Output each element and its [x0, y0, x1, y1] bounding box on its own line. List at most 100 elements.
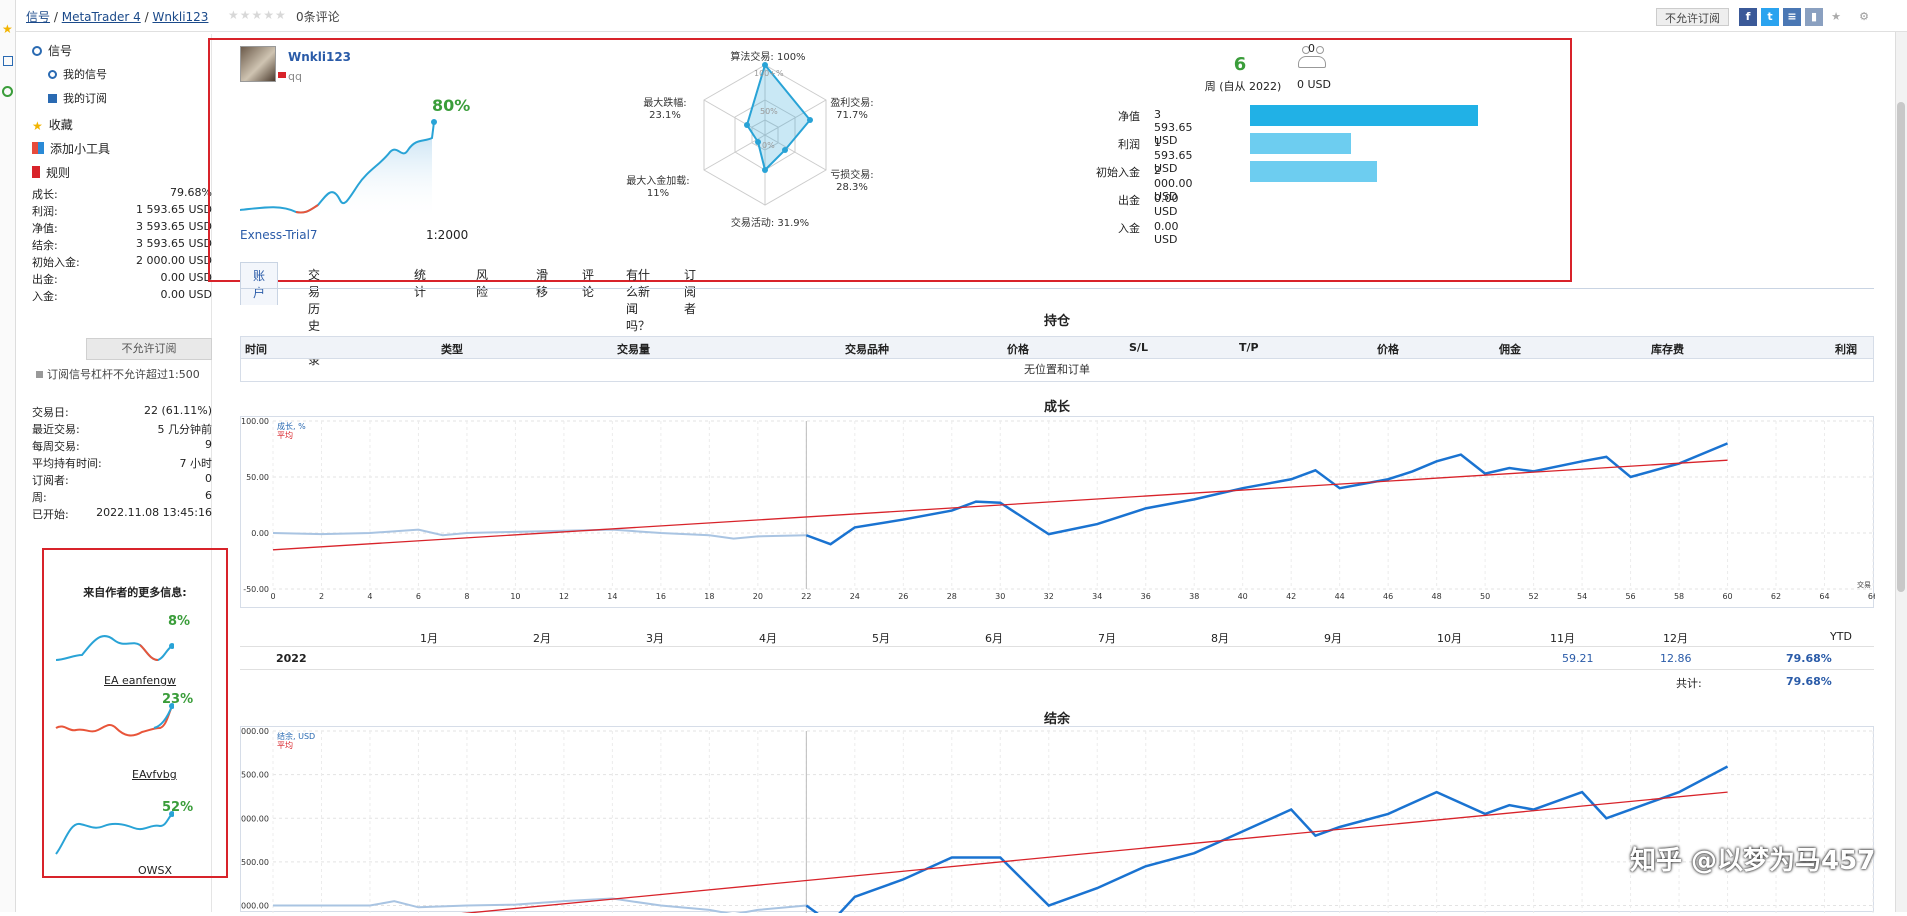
- facebook-icon[interactable]: f: [1739, 8, 1757, 26]
- x-tick-label: 4: [367, 592, 372, 601]
- balance-chart-svg: 2000.00 2500.00 3000.00 3500.00 4000.00 结余, U…: [236, 727, 1874, 916]
- signal-owner: qq: [288, 70, 302, 83]
- x-axis-label: 交易: [1857, 580, 1871, 589]
- mini-name-3[interactable]: OWSX: [138, 864, 172, 877]
- y-tick-label: 0.00: [251, 529, 269, 538]
- mini-name-1[interactable]: EA eanfengw: [104, 674, 176, 687]
- stat-label: 初始入金:: [32, 256, 80, 269]
- twitter-icon[interactable]: t: [1761, 8, 1779, 26]
- months-row: 1月 2月 3月 4月 5月 6月 7月 8月 9月 10月 11月 12月 YTD: [240, 628, 1874, 646]
- subscribers-usd: 0 USD: [1297, 78, 1331, 91]
- subscribers-count: 0: [1308, 42, 1315, 55]
- weeks-label: 周 (自从 2022): [1204, 80, 1282, 93]
- stat-row: 初始入金: 2 000.00 USD: [32, 254, 212, 272]
- x-tick-label: 6: [416, 592, 421, 601]
- tab-4[interactable]: 滑移: [524, 262, 560, 304]
- weeks-count: 6: [1233, 54, 1247, 75]
- mini-pct-1: 8%: [168, 614, 191, 629]
- mini-chart-3[interactable]: [54, 804, 174, 858]
- series-line: [805, 765, 1729, 916]
- dec-value: 12.86: [1660, 652, 1692, 665]
- x-tick-label: 64: [1819, 592, 1829, 601]
- stat-value: 1 593.65 USD: [136, 203, 212, 216]
- save-icon[interactable]: ▮: [1805, 8, 1823, 26]
- tab-0[interactable]: 账户: [240, 262, 279, 305]
- series-line-history: [272, 528, 807, 540]
- radar-ring-50: 50%: [760, 107, 778, 116]
- mini-chart-1[interactable]: [54, 620, 174, 670]
- info-value: 5 几分钟前: [157, 423, 213, 436]
- y-tick-label: 4000.00: [241, 727, 269, 736]
- x-tick-label: 0: [270, 592, 275, 601]
- month-label: 10月: [1437, 632, 1462, 645]
- col-header: 类型: [441, 343, 463, 356]
- mini-chart-2[interactable]: [54, 698, 174, 748]
- favorite-icon[interactable]: ★: [1827, 8, 1845, 26]
- avatar[interactable]: [240, 46, 276, 82]
- sidebar-item-my-subscriptions[interactable]: 我的订阅: [48, 90, 107, 106]
- x-tick-label: 44: [1335, 592, 1345, 601]
- clock-icon[interactable]: [2, 86, 13, 97]
- sidebar-item-add-widget[interactable]: 添加小工具: [32, 140, 110, 157]
- stat-label: 结余:: [32, 239, 58, 252]
- scrollbar-thumb[interactable]: [1897, 102, 1905, 592]
- leverage-note-text: 订阅信号杠杆不允许超过1:500: [47, 368, 200, 381]
- info-value: 7 小时: [179, 457, 213, 470]
- mini-name-2[interactable]: EAvfvbg: [132, 768, 177, 781]
- x-tick-label: 34: [1092, 592, 1102, 601]
- leverage-note: 订阅信号杠杆不允许超过1:500: [36, 366, 200, 382]
- breadcrumb-signal-name[interactable]: Wnkli123: [152, 10, 208, 24]
- balance-bar-label: 出金: [1118, 194, 1140, 207]
- rating-stars[interactable]: ★★★★★: [228, 8, 287, 22]
- sidebar-item-favorites[interactable]: ★ 收藏: [32, 116, 73, 133]
- subscription-icon: [48, 94, 57, 103]
- radar-label-profit: 盈利交易: 71.7%: [830, 98, 874, 121]
- window-icon[interactable]: [3, 56, 13, 66]
- sidebar-item-signals[interactable]: 信号: [32, 42, 72, 59]
- scrollbar[interactable]: [1895, 32, 1907, 912]
- legend-series: 结余, USD: [277, 731, 315, 741]
- sidebar-item-my-signals[interactable]: 我的信号: [48, 66, 107, 82]
- star-icon: ★: [32, 119, 43, 133]
- x-tick-label: 62: [1771, 592, 1781, 601]
- x-tick-label: 56: [1625, 592, 1635, 601]
- y-tick-label: -50.00: [243, 585, 269, 594]
- positions-table: 时间 类型 交易量 交易品种 价格 S/L T/P 价格 佣金 库存费 利润 无位置和订单: [240, 336, 1874, 382]
- info-row: 平均持有时间: 7 小时: [32, 455, 212, 473]
- x-tick-label: 18: [704, 592, 714, 601]
- stat-value: 2 000.00 USD: [136, 254, 212, 267]
- tab-5[interactable]: 评论: [570, 262, 606, 304]
- gear-icon[interactable]: ⚙: [1855, 8, 1873, 26]
- sidebar-item-label: 收藏: [48, 118, 73, 132]
- col-header: 价格: [1007, 343, 1029, 356]
- widget-icon: [32, 142, 44, 154]
- col-header: 交易品种: [845, 343, 889, 356]
- sidebar-item-rules[interactable]: 规则: [32, 164, 70, 181]
- radar-label-loss: 亏损交易: 28.3%: [830, 170, 874, 193]
- positions-header: 时间 类型 交易量 交易品种 价格 S/L T/P 价格 佣金 库存费 利润: [241, 337, 1873, 359]
- col-header: 时间: [245, 343, 267, 356]
- info-label: 最近交易:: [32, 423, 80, 436]
- breadcrumb-mt4[interactable]: MetaTrader 4: [62, 10, 141, 24]
- signal-name[interactable]: Wnkli123: [288, 50, 351, 64]
- no-subscribe-button[interactable]: 不允许订阅: [86, 338, 212, 360]
- star-icon[interactable]: ★: [2, 22, 13, 36]
- stat-row: 利润: 1 593.65 USD: [32, 203, 212, 221]
- radar-label-drawdown: 最大跌幅: 23.1%: [643, 98, 687, 121]
- month-label: 8月: [1211, 632, 1229, 645]
- broker-name[interactable]: Exness-Trial7: [240, 228, 318, 242]
- breadcrumb-signals[interactable]: 信号: [26, 10, 50, 24]
- stat-label: 入金:: [32, 290, 58, 303]
- y-tick-label: 50.00: [246, 473, 269, 482]
- tab-3[interactable]: 风险: [464, 262, 500, 304]
- info-row: 每周交易: 9: [32, 438, 212, 456]
- balance-bar: [1250, 133, 1351, 154]
- balance-chart: 2000.00 2500.00 3000.00 3500.00 4000.00 结余, U…: [236, 726, 1874, 916]
- share-icon[interactable]: ≡: [1783, 8, 1801, 26]
- col-header: 价格: [1377, 343, 1399, 356]
- sidebar-item-label: 我的订阅: [63, 92, 107, 105]
- x-tick-label: 12: [559, 592, 569, 601]
- info-row: 已开始: 2022.11.08 13:45:16: [32, 506, 212, 524]
- tab-2[interactable]: 统计: [402, 262, 438, 304]
- sidebar-item-label: 规则: [46, 166, 71, 180]
